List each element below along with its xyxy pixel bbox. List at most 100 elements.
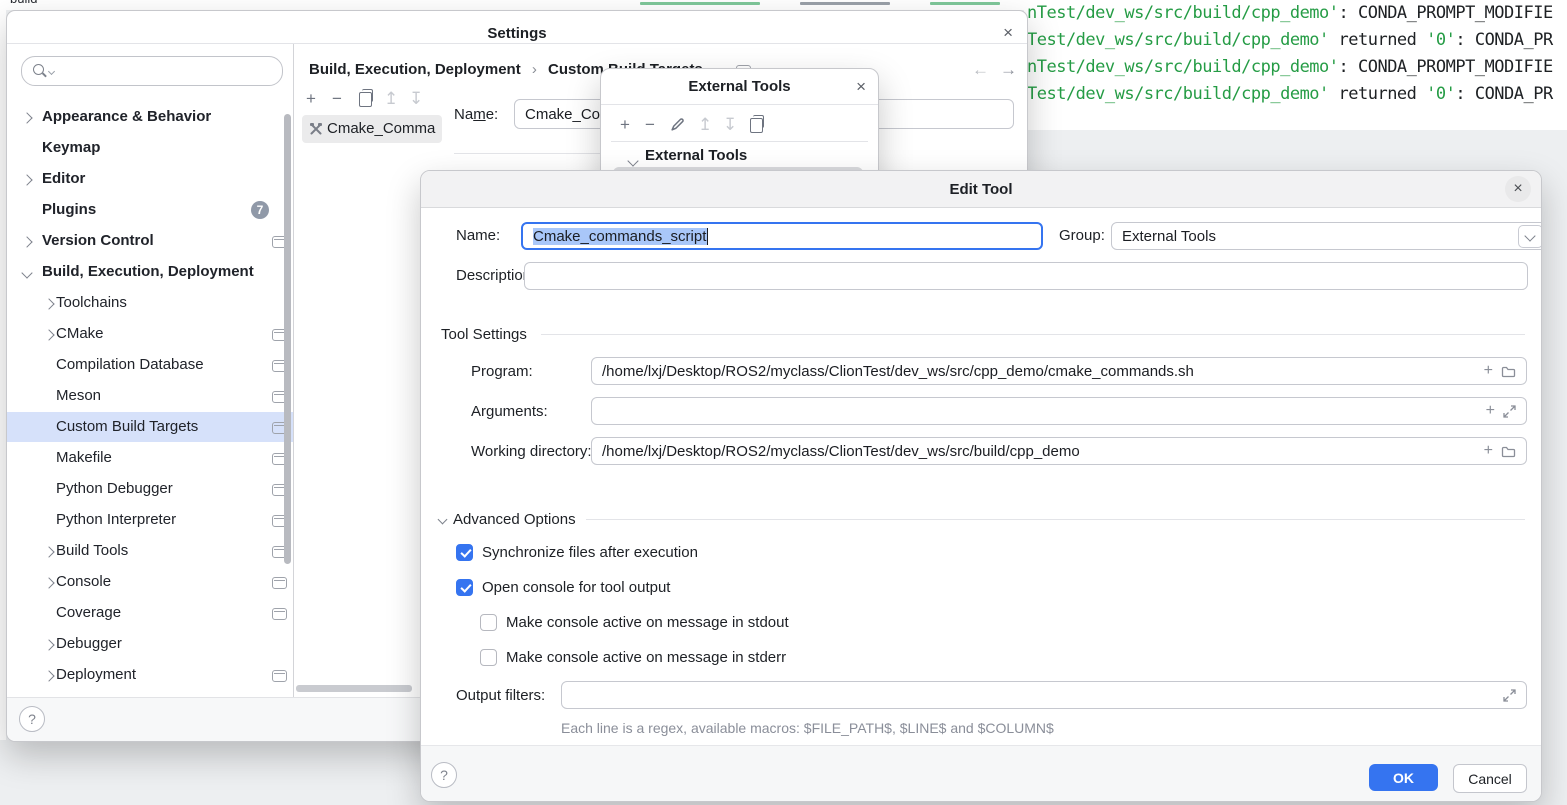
help-icon[interactable]: ?: [431, 762, 457, 788]
sidebar-scrollbar[interactable]: [284, 114, 291, 564]
sidebar-item-custom-build-targets[interactable]: Custom Build Targets: [7, 412, 293, 442]
insert-macro-icon[interactable]: +: [1486, 403, 1495, 419]
terminal-line: Test/dev_ws/src/build/cpp_demo' returned…: [1027, 84, 1553, 104]
sidebar-item-deployment[interactable]: Deployment: [7, 660, 293, 690]
sidebar-item-label: Deployment: [56, 660, 136, 690]
group-label: Group:: [1059, 227, 1105, 244]
sidebar-item-version-control[interactable]: Version Control: [7, 226, 293, 256]
unchecked-checkbox[interactable]: [480, 614, 497, 631]
duplicate-icon[interactable]: [359, 92, 372, 107]
background-project-tree-fragment: build: [10, 0, 37, 6]
sidebar-item-compilation-database[interactable]: Compilation Database: [7, 350, 293, 380]
forward-arrow-icon[interactable]: →: [1000, 60, 1017, 80]
chevron-down-icon[interactable]: [627, 155, 638, 166]
chevron-right-icon[interactable]: [21, 112, 32, 123]
duplicate-icon[interactable]: [750, 118, 763, 133]
sidebar-item-label: Console: [56, 567, 111, 597]
breadcrumb-parent[interactable]: Build, Execution, Deployment: [309, 61, 521, 78]
external-tools-dialog-title: External Tools: [601, 78, 878, 95]
help-icon[interactable]: ?: [19, 706, 45, 732]
folder-icon[interactable]: [1501, 365, 1516, 378]
plugins-count-badge: 7: [251, 201, 269, 219]
chevron-right-icon[interactable]: [43, 546, 54, 557]
remove-tool-icon[interactable]: −: [645, 116, 655, 133]
sidebar-item-appearance-behavior[interactable]: Appearance & Behavior: [7, 102, 293, 132]
unchecked-checkbox[interactable]: [480, 649, 497, 666]
working-directory-input[interactable]: /home/lxj/Desktop/ROS2/myclass/ClionTest…: [591, 437, 1527, 465]
sidebar-item-debugger[interactable]: Debugger: [7, 629, 293, 659]
horizontal-scrollbar[interactable]: [296, 685, 412, 692]
cancel-button[interactable]: Cancel: [1453, 764, 1527, 793]
close-icon[interactable]: ×: [1505, 176, 1531, 202]
chevron-right-icon[interactable]: [43, 329, 54, 340]
move-up-icon[interactable]: ↥: [384, 90, 398, 107]
chevron-right-icon[interactable]: [43, 670, 54, 681]
target-name-value: Cmake_Cor: [525, 106, 605, 123]
external-tools-group-node[interactable]: External Tools: [645, 147, 747, 164]
terminal-text-segment: : CONDA_PROMPT_MODIFIE: [1339, 57, 1553, 77]
insert-macro-icon[interactable]: +: [1484, 363, 1493, 379]
sidebar-item-editor[interactable]: Editor: [7, 164, 293, 194]
sidebar-item-build-execution-deployment[interactable]: Build, Execution, Deployment: [7, 257, 293, 287]
chevron-right-icon[interactable]: [43, 639, 54, 650]
sidebar-item-coverage[interactable]: Coverage: [7, 598, 293, 628]
ok-button[interactable]: OK: [1369, 764, 1438, 791]
search-icon-handle: [42, 72, 47, 77]
close-glyph: ×: [1513, 180, 1522, 198]
settings-search-input[interactable]: [21, 56, 283, 86]
remove-target-icon[interactable]: −: [332, 90, 342, 107]
terminal-text-segment: : CONDA_PROMPT_MODIFIE: [1339, 3, 1553, 23]
custom-build-target-list-item[interactable]: Cmake_Comma: [302, 115, 442, 143]
sidebar-item-plugins[interactable]: Plugins7: [7, 195, 293, 225]
program-input[interactable]: /home/lxj/Desktop/ROS2/myclass/ClionTest…: [591, 357, 1527, 385]
chevron-right-icon[interactable]: [21, 174, 32, 185]
move-down-icon[interactable]: ↧: [723, 116, 737, 133]
insert-macro-icon[interactable]: +: [1484, 443, 1493, 459]
dropdown-button[interactable]: [1518, 225, 1542, 248]
sidebar-item-makefile[interactable]: Makefile: [7, 443, 293, 473]
add-tool-icon[interactable]: +: [620, 116, 630, 133]
output-filters-input[interactable]: [561, 681, 1527, 709]
tool-settings-section-label: Tool Settings: [441, 326, 527, 343]
sidebar-item-toolchains[interactable]: Toolchains: [7, 288, 293, 318]
chevron-right-icon[interactable]: [43, 298, 54, 309]
edit-pencil-icon[interactable]: [670, 117, 685, 132]
search-history-chevron-icon[interactable]: [48, 68, 55, 75]
move-down-icon[interactable]: ↧: [409, 90, 423, 107]
sidebar-item-python-interpreter[interactable]: Python Interpreter: [7, 505, 293, 535]
arguments-input[interactable]: +: [591, 397, 1527, 425]
checked-checkbox[interactable]: [456, 579, 473, 596]
working-directory-label: Working directory:: [471, 443, 592, 460]
close-icon[interactable]: ×: [856, 78, 866, 95]
expand-icon[interactable]: [1503, 689, 1516, 702]
tool-name-input[interactable]: Cmake_commands_script: [521, 222, 1043, 250]
chevron-right-icon[interactable]: [21, 236, 32, 247]
group-dropdown[interactable]: External Tools: [1111, 222, 1542, 250]
sidebar-divider: [293, 44, 294, 741]
screen-icon: [272, 608, 287, 620]
back-arrow-icon[interactable]: ←: [972, 60, 989, 80]
tools-icon: [309, 122, 323, 136]
sidebar-item-console[interactable]: Console: [7, 567, 293, 597]
collapse-chevron-icon[interactable]: [438, 515, 448, 525]
description-input[interactable]: [524, 262, 1528, 290]
sidebar-item-meson[interactable]: Meson: [7, 381, 293, 411]
add-target-icon[interactable]: +: [306, 90, 316, 107]
move-up-icon[interactable]: ↥: [698, 116, 712, 133]
expand-icon[interactable]: [1503, 405, 1516, 418]
chevron-right-icon[interactable]: [43, 577, 54, 588]
sidebar-item-python-debugger[interactable]: Python Debugger: [7, 474, 293, 504]
checked-checkbox[interactable]: [456, 544, 473, 561]
sidebar-item-keymap[interactable]: Keymap: [7, 133, 293, 163]
folder-icon[interactable]: [1501, 445, 1516, 458]
sidebar-item-build-tools[interactable]: Build Tools: [7, 536, 293, 566]
checkbox-label: Open console for tool output: [482, 577, 670, 599]
chevron-down-icon[interactable]: [21, 267, 32, 278]
titlebar-separator: [601, 104, 878, 105]
advanced-options-section-label[interactable]: Advanced Options: [453, 511, 576, 528]
sidebar-item-label: Python Debugger: [56, 474, 173, 504]
close-icon[interactable]: ×: [1003, 24, 1013, 41]
terminal-text-segment: : CONDA_PR: [1455, 84, 1552, 104]
sidebar-item-cmake[interactable]: CMake: [7, 319, 293, 349]
terminal-text-segment: '0': [1426, 30, 1455, 50]
